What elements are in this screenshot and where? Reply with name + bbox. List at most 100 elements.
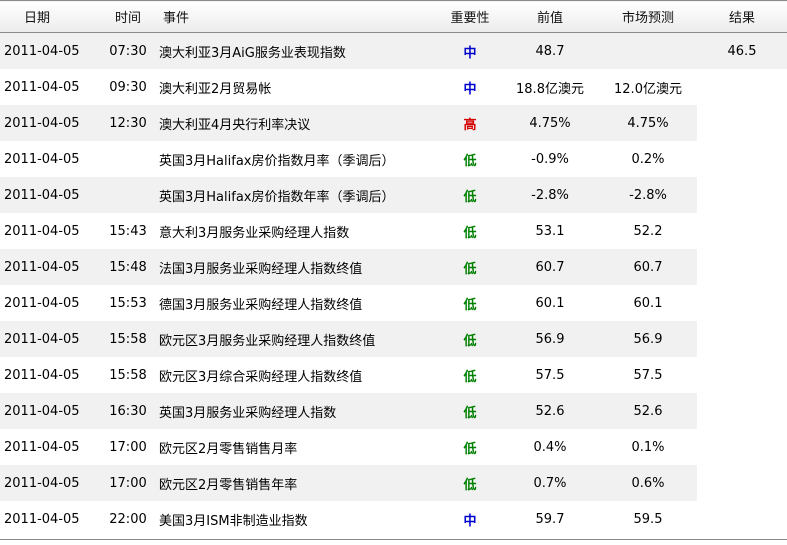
cell-importance: 低 <box>439 321 501 357</box>
table-bottom-border <box>0 539 787 540</box>
cell-result <box>697 465 787 501</box>
cell-forecast: 12.0亿澳元 <box>614 81 682 97</box>
cell-time: 07:30 <box>99 32 157 69</box>
cell-result <box>697 501 787 537</box>
cell-forecast: -2.8% <box>599 177 697 213</box>
cell-time <box>99 141 157 177</box>
cell-time: 16:30 <box>99 393 157 429</box>
cell-date: 2011-04-05 <box>4 79 80 95</box>
cell-importance: 中 <box>463 513 477 529</box>
cell-forecast: 52.2 <box>633 223 663 239</box>
cell-forecast: 52.6 <box>599 393 697 429</box>
cell-previous: 0.7% <box>501 465 599 501</box>
cell-forecast: 56.9 <box>599 321 697 357</box>
cell-date: 2011-04-05 <box>0 105 99 141</box>
cell-time: 22:00 <box>109 511 147 527</box>
cell-time: 15:58 <box>109 367 147 383</box>
cell-result <box>697 177 787 213</box>
cell-importance: 低 <box>463 441 477 457</box>
cell-forecast <box>599 32 697 69</box>
calendar-table: 日期 时间 事件 重要性 前值 市场预测 结果 2011-04-05 07:30 澳… <box>0 0 787 537</box>
cell-date: 2011-04-05 <box>4 439 80 455</box>
header-row: 日期 时间 事件 重要性 前值 市场预测 结果 <box>0 0 787 33</box>
cell-time: 15:48 <box>99 249 157 285</box>
column-header-result: 结果 <box>697 0 787 33</box>
cell-event: 英国3月Halifax房价指数年率（季调后） <box>157 177 439 213</box>
cell-forecast: 59.5 <box>633 511 663 527</box>
cell-previous: 53.1 <box>535 223 565 239</box>
cell-result <box>697 429 787 465</box>
cell-time: 12:30 <box>99 105 157 141</box>
cell-previous: 52.6 <box>501 393 599 429</box>
cell-time: 09:30 <box>109 79 147 95</box>
cell-importance: 低 <box>439 249 501 285</box>
cell-previous: 0.4% <box>533 439 567 455</box>
cell-previous: -2.8% <box>501 177 599 213</box>
cell-event: 欧元区2月零售销售月率 <box>159 441 298 457</box>
cell-result <box>697 213 787 249</box>
cell-event: 意大利3月服务业采购经理人指数 <box>159 225 350 241</box>
table-row: 2011-04-05 15:43 意大利3月服务业采购经理人指数 低 53.1 52.2 <box>0 213 787 249</box>
table-row: 2011-04-05 15:48 法国3月服务业采购经理人指数终值低 60.7 60.7 <box>0 249 787 285</box>
cell-importance: 高 <box>439 105 501 141</box>
table-row: 2011-04-05 15:53 德国3月服务业采购经理人指数终值 低 60.1 60.1 <box>0 285 787 321</box>
column-header-previous: 前值 <box>501 0 599 33</box>
cell-forecast: 60.1 <box>633 295 663 311</box>
cell-date: 2011-04-05 <box>0 465 99 501</box>
column-header-forecast: 市场预测 <box>599 0 697 33</box>
cell-result <box>697 321 787 357</box>
cell-event: 法国3月服务业采购经理人指数终值 <box>157 249 439 285</box>
cell-date: 2011-04-05 <box>4 223 80 239</box>
cell-event: 欧元区3月综合采购经理人指数终值 <box>159 369 363 385</box>
cell-event: 澳大利亚4月央行利率决议 <box>157 105 439 141</box>
table-row: 2011-04-05 12:30 澳大利亚4月央行利率决议高 4.75% 4.75% <box>0 105 787 141</box>
cell-date: 2011-04-05 <box>0 321 99 357</box>
cell-previous: 60.7 <box>501 249 599 285</box>
cell-event: 英国3月Halifax房价指数月率（季调后） <box>159 153 395 169</box>
cell-importance: 低 <box>463 369 477 385</box>
cell-result <box>697 285 787 321</box>
cell-importance: 中 <box>463 81 477 97</box>
cell-result <box>697 393 787 429</box>
cell-importance: 低 <box>463 153 477 169</box>
cell-previous: 18.8亿澳元 <box>516 81 584 97</box>
table-row: 2011-04-05 17:00 欧元区2月零售销售月率 低 0.4% 0.1% <box>0 429 787 465</box>
cell-previous: -0.9% <box>531 151 569 167</box>
cell-time: 15:53 <box>109 295 147 311</box>
cell-previous: 60.1 <box>535 295 565 311</box>
cell-forecast: 4.75% <box>599 105 697 141</box>
cell-result <box>697 69 787 105</box>
cell-importance: 低 <box>463 297 477 313</box>
table-row: 2011-04-05 09:30 澳大利亚2月贸易帐 中 18.8亿澳元 12.0亿澳元 <box>0 69 787 105</box>
cell-importance: 低 <box>439 393 501 429</box>
cell-date: 2011-04-05 <box>4 295 80 311</box>
cell-previous: 48.7 <box>501 32 599 69</box>
cell-time: 15:43 <box>109 223 147 239</box>
table-row: 2011-04-05 15:58 欧元区3月服务业采购经理人指数终值低 56.9 56.… <box>0 321 787 357</box>
cell-event: 澳大利亚2月贸易帐 <box>159 81 272 97</box>
cell-time: 17:00 <box>99 465 157 501</box>
cell-forecast: 0.2% <box>631 151 665 167</box>
cell-result <box>697 249 787 285</box>
cell-result <box>697 105 787 141</box>
column-header-date: 日期 <box>0 0 99 33</box>
table-row: 2011-04-05 英国3月Halifax房价指数月率（季调后） 低 -0.9% 0.… <box>0 141 787 177</box>
cell-previous: 56.9 <box>501 321 599 357</box>
column-header-time: 时间 <box>99 0 157 33</box>
table-row: 2011-04-05 15:58 欧元区3月综合采购经理人指数终值 低 57.5 57.5 <box>0 357 787 393</box>
cell-forecast: 0.1% <box>631 439 665 455</box>
cell-importance: 中 <box>439 32 501 69</box>
cell-event: 澳大利亚3月AiG服务业表现指数 <box>157 32 439 69</box>
table-row: 2011-04-05 16:30 英国3月服务业采购经理人指数低 52.6 52.6 <box>0 393 787 429</box>
cell-event: 欧元区3月服务业采购经理人指数终值 <box>157 321 439 357</box>
cell-forecast: 0.6% <box>599 465 697 501</box>
cell-date: 2011-04-05 <box>4 151 80 167</box>
cell-result <box>697 141 787 177</box>
cell-event: 英国3月服务业采购经理人指数 <box>157 393 439 429</box>
table-row: 2011-04-05 22:00 美国3月ISM非制造业指数 中 59.7 59.5 <box>0 501 787 537</box>
cell-result: 46.5 <box>697 32 787 69</box>
cell-date: 2011-04-05 <box>4 367 80 383</box>
table-row: 2011-04-05 17:00 欧元区2月零售销售年率低 0.7% 0.6% <box>0 465 787 501</box>
cell-date: 2011-04-05 <box>0 32 99 69</box>
cell-previous: 4.75% <box>501 105 599 141</box>
